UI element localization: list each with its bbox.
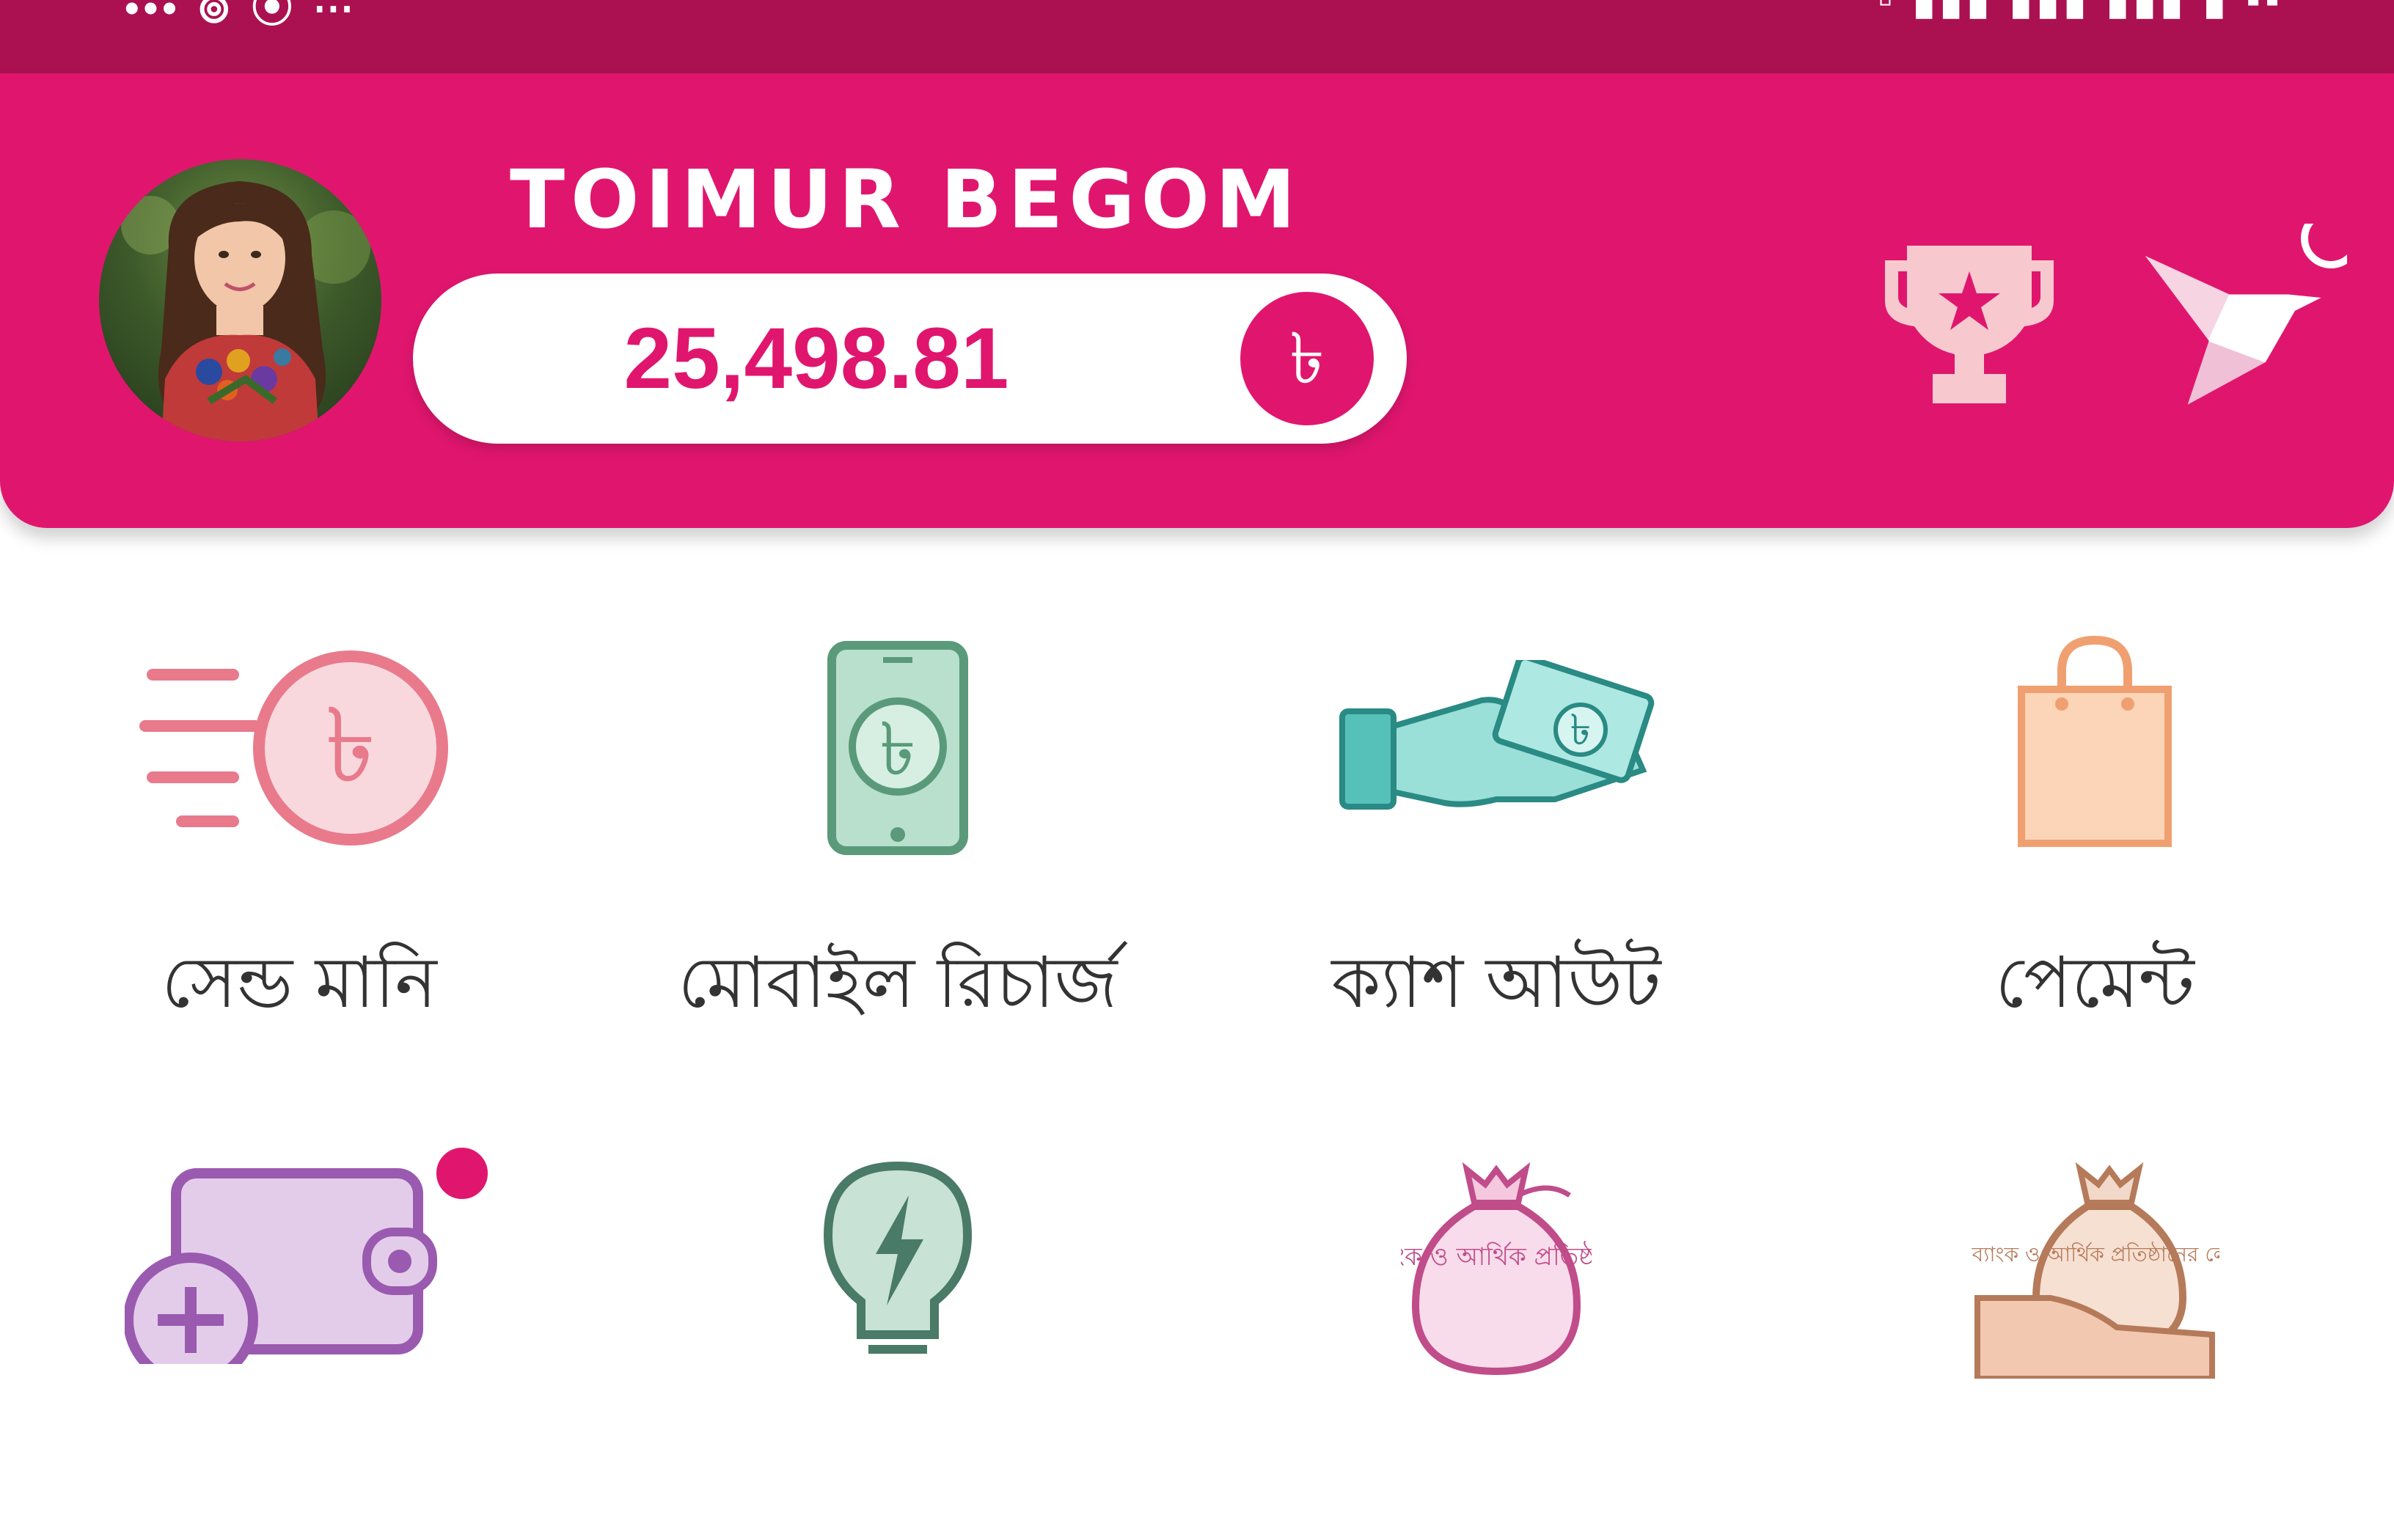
account-header: TOIMUR BEGOM 25,498.81 ৳ <box>0 73 2394 528</box>
mobile-recharge-icon: ৳ <box>827 641 968 855</box>
service-pay-bill[interactable] <box>598 1129 1197 1540</box>
svg-text:৳: ৳ <box>325 686 376 806</box>
service-bank-transfer[interactable]: ব্যাংক ও আর্থিক প্রতিষ্ঠানে <box>1197 1129 1795 1540</box>
cash-out-label: ক্যাশ আউট <box>1331 942 1661 1024</box>
add-money-wallet-icon <box>125 1144 491 1364</box>
pay-bill-bulb-icon <box>823 1161 973 1354</box>
bank-bag-text: ব্যাংক ও আর্থিক প্রতিষ্ঠানে <box>1401 1241 1592 1272</box>
service-bank-loan[interactable]: ব্যাংক ও আর্থিক প্রতিষ্ঠানের লোন <box>1795 1129 2394 1540</box>
service-mobile-recharge[interactable]: ৳ মোবাইল রিচার্জ <box>598 616 1197 1027</box>
service-add-money[interactable] <box>0 1129 598 1540</box>
origami-bird-icon[interactable] <box>2142 224 2347 429</box>
bank-bag-icon: ব্যাংক ও আর্থিক প্রতিষ্ঠানে <box>1401 1162 1592 1376</box>
service-cash-out[interactable]: ৳ ক্যাশ আউট <box>1197 616 1795 1027</box>
trophy-icon[interactable] <box>1878 231 2061 414</box>
svg-text:৳: ৳ <box>879 706 916 792</box>
send-money-icon: ৳ <box>139 650 448 846</box>
balance-pill[interactable]: 25,498.81 ৳ <box>413 274 1407 444</box>
user-name: TOIMUR BEGOM <box>510 153 1302 246</box>
payment-bag-icon <box>2018 635 2172 847</box>
status-left-icons: ••• ⊚ ⦿ ⋯ <box>125 0 359 31</box>
status-bar: ••• ⊚ ⦿ ⋯ ▫ ▮▮▮ ▮▮▮ ▮▮▮ ▮ ▪▪ <box>0 0 2394 73</box>
service-payment[interactable]: পেমেন্ট <box>1795 616 2394 1027</box>
svg-text:৳: ৳ <box>1570 705 1592 755</box>
avatar[interactable] <box>99 159 381 441</box>
balance-value: 25,498.81 <box>623 310 1009 407</box>
taka-button[interactable]: ৳ <box>1240 292 1374 425</box>
cash-out-icon: ৳ <box>1339 660 1655 810</box>
mobile-recharge-label: মোবাইল রিচার্জ <box>678 942 1118 1024</box>
avatar-portrait-icon <box>121 181 370 441</box>
send-money-label: সেন্ড মানি <box>161 942 437 1024</box>
payment-label: পেমেন্ট <box>1995 942 2194 1024</box>
service-send-money[interactable]: ৳ সেন্ড মানি <box>0 616 598 1027</box>
status-right-icons: ▫ ▮▮▮ ▮▮▮ ▮▮▮ ▮ ▪▪ <box>1878 0 2284 23</box>
loan-bag-icon: ব্যাংক ও আর্থিক প্রতিষ্ঠানের লোন <box>1972 1162 2219 1379</box>
loan-bag-text: ব্যাংক ও আর্থিক প্রতিষ্ঠানের লোন <box>1972 1242 2219 1266</box>
